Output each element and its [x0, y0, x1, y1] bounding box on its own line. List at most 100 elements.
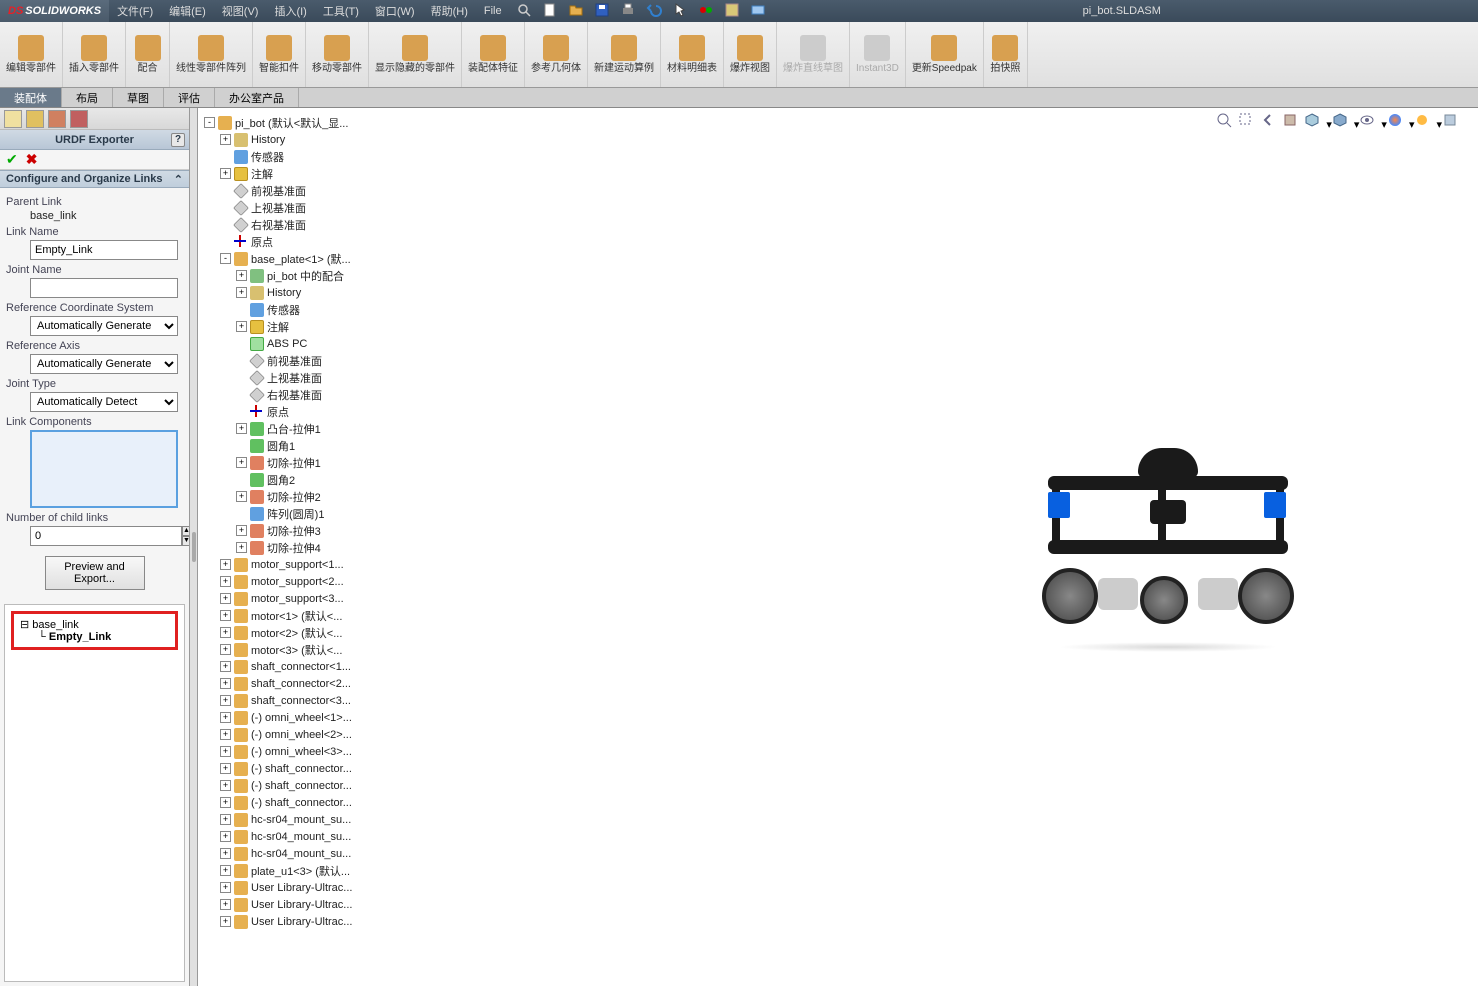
ribbon-显示隐藏的零部件[interactable]: 显示隐藏的零部件: [369, 22, 462, 87]
expand-icon[interactable]: +: [220, 814, 231, 825]
feature-node[interactable]: +shaft_connector<3...: [204, 692, 404, 709]
expand-icon[interactable]: +: [220, 797, 231, 808]
feature-node[interactable]: -pi_bot (默认<默认_显...: [204, 114, 404, 131]
expand-icon[interactable]: +: [220, 134, 231, 145]
feature-node[interactable]: +(-) omni_wheel<3>...: [204, 743, 404, 760]
link-tree-root[interactable]: ⊟ base_link: [20, 618, 169, 631]
ribbon-移动零部件[interactable]: 移动零部件: [306, 22, 369, 87]
options-icon[interactable]: [724, 2, 740, 21]
undo-icon[interactable]: [646, 2, 662, 21]
feature-node[interactable]: +motor<2> (默认<...: [204, 624, 404, 641]
feature-node[interactable]: +hc-sr04_mount_su...: [204, 828, 404, 845]
ribbon-编辑零部件[interactable]: 编辑零部件: [0, 22, 63, 87]
expand-icon[interactable]: +: [236, 542, 247, 553]
expand-icon[interactable]: -: [204, 117, 215, 128]
screen-capture-icon[interactable]: [750, 2, 766, 21]
link-tree-child[interactable]: └ Empty_Link: [20, 631, 169, 643]
open-icon[interactable]: [568, 2, 584, 21]
expand-icon[interactable]: +: [220, 559, 231, 570]
feature-node[interactable]: 原点: [204, 233, 404, 250]
rebuild-icon[interactable]: [698, 2, 714, 21]
expand-icon[interactable]: +: [220, 627, 231, 638]
view-orientation-icon[interactable]: [1304, 112, 1320, 131]
ok-icon[interactable]: ✔: [6, 151, 18, 168]
view-settings-icon[interactable]: ▾: [1436, 112, 1458, 131]
graphics-viewport[interactable]: ▾ ▾ ▾ ▾ ▾ -pi_bot (默认<默认_显...+History传感器…: [198, 108, 1478, 986]
menu-i[interactable]: 插入(I): [266, 0, 314, 22]
ribbon-参考几何体[interactable]: 参考几何体: [525, 22, 588, 87]
save-icon[interactable]: [594, 2, 610, 21]
preview-export-button[interactable]: Preview and Export...: [45, 556, 145, 590]
ribbon-装配体特征[interactable]: 装配体特征: [462, 22, 525, 87]
feature-node[interactable]: +切除-拉伸4: [204, 539, 404, 556]
ribbon-拍快照[interactable]: 拍快照: [984, 22, 1028, 87]
expand-icon[interactable]: +: [236, 491, 247, 502]
help-icon[interactable]: ?: [171, 133, 185, 147]
spin-down-icon[interactable]: ▼: [182, 536, 189, 546]
expand-icon[interactable]: +: [220, 848, 231, 859]
feature-node[interactable]: 前视基准面: [204, 352, 404, 369]
menu-file[interactable]: File: [476, 0, 510, 22]
feature-node[interactable]: +motor<1> (默认<...: [204, 607, 404, 624]
expand-icon[interactable]: +: [220, 695, 231, 706]
expand-icon[interactable]: +: [220, 882, 231, 893]
expand-icon[interactable]: +: [220, 763, 231, 774]
feature-node[interactable]: +User Library-Ultrac...: [204, 896, 404, 913]
tab-装配体[interactable]: 装配体: [0, 88, 62, 107]
menu-t[interactable]: 工具(T): [315, 0, 367, 22]
feature-node[interactable]: +切除-拉伸1: [204, 454, 404, 471]
feature-node[interactable]: +pi_bot 中的配合: [204, 267, 404, 284]
feature-node[interactable]: +shaft_connector<1...: [204, 658, 404, 675]
num-child-input[interactable]: [30, 526, 182, 546]
joint-type-select[interactable]: Automatically Detect: [30, 392, 178, 412]
expand-icon[interactable]: +: [236, 423, 247, 434]
new-icon[interactable]: [542, 2, 558, 21]
previous-view-icon[interactable]: [1260, 112, 1276, 131]
expand-icon[interactable]: +: [236, 457, 247, 468]
splitter[interactable]: [190, 108, 198, 986]
feature-node[interactable]: +hc-sr04_mount_su...: [204, 811, 404, 828]
feature-node[interactable]: +plate_u1<3> (默认...: [204, 862, 404, 879]
expand-icon[interactable]: +: [220, 644, 231, 655]
feature-node[interactable]: +motor<3> (默认<...: [204, 641, 404, 658]
feature-node[interactable]: 阵列(圆周)1: [204, 505, 404, 522]
expand-icon[interactable]: +: [220, 712, 231, 723]
feature-node[interactable]: -base_plate<1> (默...: [204, 250, 404, 267]
expand-icon[interactable]: +: [220, 610, 231, 621]
ribbon-新建运动算例[interactable]: 新建运动算例: [588, 22, 661, 87]
feature-node[interactable]: +注解: [204, 318, 404, 335]
feature-node[interactable]: ABS PC: [204, 335, 404, 352]
feature-node[interactable]: +(-) shaft_connector...: [204, 777, 404, 794]
ribbon-材料明细表[interactable]: 材料明细表: [661, 22, 724, 87]
feature-node[interactable]: 原点: [204, 403, 404, 420]
ribbon-更新Speedpak[interactable]: 更新Speedpak: [906, 22, 984, 87]
search-icon[interactable]: [516, 2, 532, 21]
feature-node[interactable]: 传感器: [204, 148, 404, 165]
select-icon[interactable]: [672, 2, 688, 21]
menu-v[interactable]: 视图(V): [214, 0, 267, 22]
ribbon-线性零部件阵列[interactable]: 线性零部件阵列: [170, 22, 253, 87]
expand-icon[interactable]: +: [236, 287, 247, 298]
feature-manager-tab-icon[interactable]: [4, 110, 22, 128]
zoom-area-icon[interactable]: [1238, 112, 1254, 131]
feature-node[interactable]: +凸台-拉伸1: [204, 420, 404, 437]
feature-node[interactable]: +motor_support<1...: [204, 556, 404, 573]
feature-node[interactable]: +History: [204, 131, 404, 148]
expand-icon[interactable]: +: [220, 168, 231, 179]
feature-node[interactable]: +motor_support<2...: [204, 573, 404, 590]
ribbon-插入零部件[interactable]: 插入零部件: [63, 22, 126, 87]
section-view-icon[interactable]: [1282, 112, 1298, 131]
expand-icon[interactable]: +: [220, 780, 231, 791]
feature-node[interactable]: +注解: [204, 165, 404, 182]
feature-node[interactable]: +User Library-Ultrac...: [204, 913, 404, 930]
tab-办公室产品[interactable]: 办公室产品: [215, 88, 299, 107]
zoom-fit-icon[interactable]: [1216, 112, 1232, 131]
ribbon-智能扣件[interactable]: 智能扣件: [253, 22, 306, 87]
link-name-input[interactable]: [30, 240, 178, 260]
expand-icon[interactable]: +: [220, 576, 231, 587]
feature-node[interactable]: +(-) shaft_connector...: [204, 794, 404, 811]
feature-node[interactable]: 上视基准面: [204, 369, 404, 386]
appearance-icon[interactable]: ▾: [1381, 112, 1403, 131]
feature-node[interactable]: +shaft_connector<2...: [204, 675, 404, 692]
collapse-icon[interactable]: ⌃: [174, 173, 183, 186]
